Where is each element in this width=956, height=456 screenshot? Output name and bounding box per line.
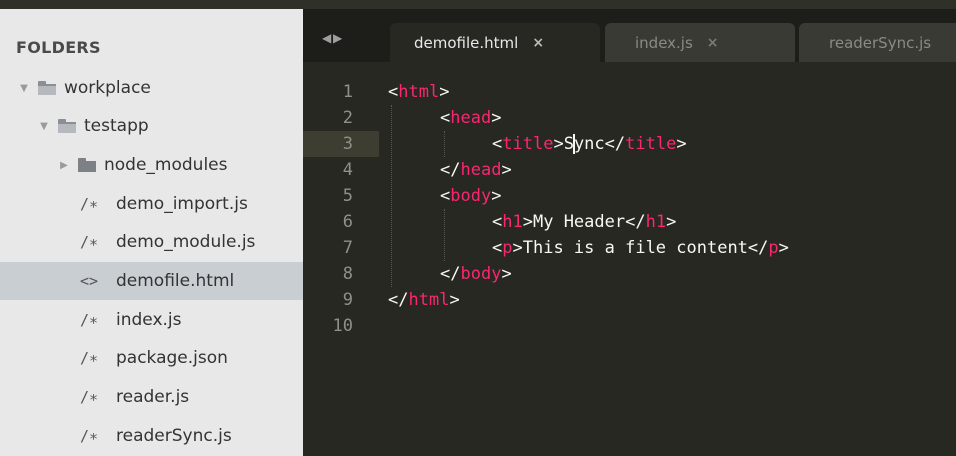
code-editor[interactable]: 1 2 3 4 5 6 7 8 9 10 <html> <head> <titl… — [303, 62, 956, 456]
disclosure-expanded-icon[interactable]: ▼ — [38, 121, 50, 132]
code-tag: body — [450, 186, 492, 206]
json-file-icon: /∗ — [80, 349, 99, 367]
code-punct: > — [501, 264, 512, 284]
code-text: My Header — [532, 212, 626, 232]
tab-readersync-js[interactable]: readerSync.js — [799, 23, 956, 62]
code-punct: </ — [625, 212, 646, 232]
disclosure-expanded-icon[interactable]: ▼ — [18, 83, 30, 94]
code-punct: </ — [440, 264, 461, 284]
code-punct: </ — [747, 238, 769, 258]
folder-open-icon — [58, 119, 76, 133]
tree-item-label: node_modules — [104, 155, 228, 175]
code-text: ync — [573, 134, 605, 154]
js-file-icon: /∗ — [80, 233, 99, 251]
code-punct: > — [501, 160, 512, 180]
code-tag: p — [768, 238, 779, 258]
folder-closed-icon — [78, 158, 96, 172]
line-number-gutter: 1 2 3 4 5 6 7 8 9 10 — [303, 62, 379, 456]
code-punct: > — [439, 82, 450, 102]
code-tag: h1 — [645, 212, 667, 232]
code-tag: h1 — [502, 212, 523, 232]
code-line-8: </body> — [388, 261, 512, 287]
code-punct: </ — [388, 290, 409, 310]
tree-item-label: workplace — [64, 78, 151, 98]
tab-label: readerSync.js — [829, 33, 932, 52]
code-punct: > — [522, 212, 533, 232]
code-line-1: <html> — [388, 79, 449, 105]
line-number: 6 — [342, 212, 353, 232]
line-number: 5 — [342, 186, 353, 206]
js-file-icon: /∗ — [80, 388, 99, 406]
line-number: 8 — [342, 264, 353, 284]
html-file-icon: <> — [80, 272, 99, 290]
code-line-5: <body> — [388, 183, 501, 209]
line-number: 9 — [342, 290, 353, 310]
tab-demofile-html[interactable]: demofile.html × — [390, 23, 600, 62]
code-punct: </ — [440, 160, 461, 180]
tree-item-testapp[interactable]: ▼ testapp — [0, 107, 341, 145]
code-punct: > — [491, 108, 502, 128]
js-file-icon: /∗ — [80, 427, 99, 445]
code-line-9: </html> — [388, 287, 460, 313]
tree-item-label: demofile.html — [116, 271, 235, 291]
code-tag: body — [460, 264, 502, 284]
tree-item-label: demo_module.js — [116, 232, 256, 252]
code-tag: head — [450, 108, 492, 128]
code-punct: > — [449, 290, 460, 310]
disclosure-collapsed-icon[interactable]: ▶ — [58, 160, 70, 171]
window-top-strip — [0, 0, 956, 9]
code-tag: head — [460, 160, 502, 180]
code-punct: > — [553, 134, 564, 154]
tree-item-label: package.json — [116, 348, 228, 368]
code-punct: > — [676, 134, 687, 154]
tree-item-label: testapp — [84, 116, 149, 136]
code-punct: </ — [604, 134, 626, 154]
sidebar: FOLDERS ▼ workplace ▼ testapp ▶ node_mod… — [0, 9, 383, 456]
code-tag: title — [625, 134, 677, 154]
tab-bar: ◀ ▶ demofile.html × index.js × readerSyn… — [303, 9, 956, 62]
code-punct: < — [492, 212, 503, 232]
code-tag: title — [502, 134, 554, 154]
code-punct: > — [778, 238, 789, 258]
code-punct: < — [492, 238, 503, 258]
folder-open-icon — [38, 81, 56, 95]
line-number: 7 — [342, 238, 353, 258]
code-line-6: <h1>My Header</h1> — [388, 209, 676, 235]
tree-item-label: index.js — [116, 310, 182, 330]
code-punct: > — [666, 212, 677, 232]
folders-title: FOLDERS — [16, 38, 101, 57]
tree-item-label: reader.js — [116, 387, 190, 407]
close-tab-icon[interactable]: × — [532, 35, 544, 51]
code-punct: < — [388, 82, 399, 102]
line-number: 4 — [342, 160, 353, 180]
tree-item-workplace[interactable]: ▼ workplace — [0, 69, 321, 107]
close-tab-icon[interactable]: × — [707, 35, 719, 51]
code-line-2: <head> — [388, 105, 501, 131]
js-file-icon: /∗ — [80, 195, 99, 213]
code-text: This is a file content — [522, 238, 748, 258]
code-tag: p — [502, 238, 513, 258]
tree-item-label: demo_import.js — [116, 194, 248, 214]
tab-index-js[interactable]: index.js × — [605, 23, 795, 62]
tab-label: index.js — [635, 33, 693, 52]
tab-nav-arrows-icon[interactable]: ◀ ▶ — [322, 31, 342, 45]
code-punct: < — [492, 134, 503, 154]
code-line-4: </head> — [388, 157, 512, 183]
js-file-icon: /∗ — [80, 311, 99, 329]
code-punct: > — [512, 238, 523, 258]
tree-item-label: readerSync.js — [116, 426, 232, 446]
code-line-3: <title>Sync</title> — [388, 131, 687, 157]
code-punct: < — [440, 186, 451, 206]
line-number: 2 — [342, 108, 353, 128]
line-number: 10 — [332, 316, 353, 336]
line-number: 1 — [342, 82, 353, 102]
code-tag: html — [398, 82, 440, 102]
code-tag: html — [408, 290, 450, 310]
code-line-7: <p>This is a file content</p> — [388, 235, 789, 261]
code-punct: < — [440, 108, 451, 128]
tab-label: demofile.html — [414, 33, 519, 52]
line-number: 3 — [342, 134, 353, 154]
code-punct: > — [491, 186, 502, 206]
